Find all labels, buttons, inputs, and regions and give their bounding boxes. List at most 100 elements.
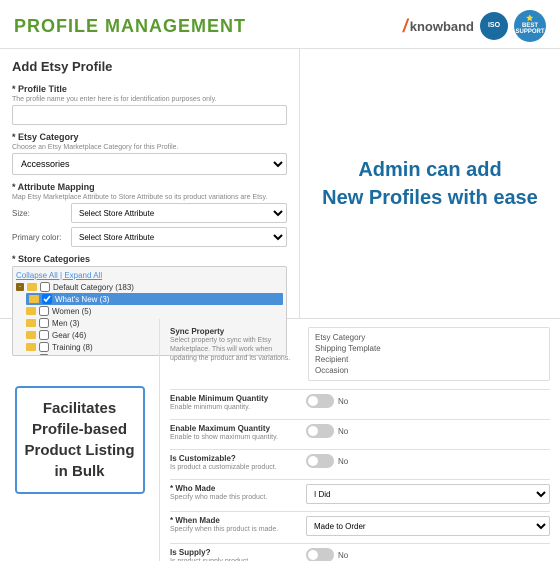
min-qty-no: No <box>338 397 348 406</box>
customizable-hint: Is product a customizable product. <box>170 463 300 472</box>
callout-top-text: Admin can addNew Profiles with ease <box>322 156 538 212</box>
collapse-expand-link[interactable]: Collapse All | Expand All <box>16 271 102 280</box>
profile-title-input[interactable] <box>12 105 287 125</box>
expand-icon: - <box>16 283 24 291</box>
is-supply-label-col: Is Supply? Is product supply product. <box>170 548 300 561</box>
max-qty-row: Enable Maximum Quantity Enable to show m… <box>170 424 550 442</box>
when-made-select[interactable]: Made to Order <box>306 516 550 536</box>
attribute-mapping-hint: Map Etsy Marketplace Attribute to Store … <box>12 194 287 201</box>
add-etsy-profile-panel: Add Etsy Profile * Profile Title The pro… <box>0 49 300 318</box>
is-supply-toggle[interactable] <box>306 548 334 561</box>
size-select[interactable]: Select Store Attribute <box>71 203 287 223</box>
folder-icon <box>27 283 37 291</box>
max-qty-no: No <box>338 427 348 436</box>
customizable-label: Is Customizable? <box>170 454 300 463</box>
is-supply-control: No <box>306 548 550 561</box>
max-qty-label: Enable Maximum Quantity <box>170 424 300 433</box>
sync-property-box: Etsy Category Shipping Template Recipien… <box>308 327 550 381</box>
customizable-no: No <box>338 457 348 466</box>
when-made-label-col: * When Made Specify when this product is… <box>170 516 300 534</box>
page-title: PROFILE MANAGEMENT <box>14 16 246 37</box>
max-qty-hint: Enable to show maximum quantity. <box>170 433 300 442</box>
cat-checkbox-default[interactable] <box>40 282 50 292</box>
sync-property-label: Sync Property <box>170 327 300 336</box>
cat-label-new: What's New (3) <box>55 295 109 304</box>
primary-color-row: Primary color: Select Store Attribute <box>12 227 287 247</box>
divider-1 <box>170 389 550 390</box>
cat-controls[interactable]: Collapse All | Expand All <box>16 270 283 281</box>
etsy-category-group: * Etsy Category Choose an Etsy Marketpla… <box>12 132 287 175</box>
callout-bottom: FacilitatesProfile-basedProduct Listingi… <box>0 319 160 561</box>
main-content: Add Etsy Profile * Profile Title The pro… <box>0 49 560 561</box>
customizable-row: Is Customizable? Is product a customizab… <box>170 454 550 472</box>
customizable-control: No <box>306 454 550 468</box>
attribute-mapping-label: * Attribute Mapping <box>12 182 287 192</box>
folder-icon-women <box>26 307 36 315</box>
who-made-hint: Specify who made this product. <box>170 493 300 502</box>
sync-item-category: Etsy Category <box>315 332 543 343</box>
divider-5 <box>170 511 550 512</box>
knowband-logo: / knowband <box>403 16 474 37</box>
form-title: Add Etsy Profile <box>12 59 287 74</box>
profile-title-hint: The profile name you enter here is for i… <box>12 96 287 103</box>
customizable-toggle[interactable] <box>306 454 334 468</box>
cat-label-women: Women (5) <box>52 307 91 316</box>
min-qty-toggle[interactable] <box>306 394 334 408</box>
max-qty-control: No <box>306 424 550 438</box>
cat-checkbox-new[interactable] <box>42 294 52 304</box>
sync-item-shipping: Shipping Template <box>315 343 543 354</box>
max-qty-toggle[interactable] <box>306 424 334 438</box>
k-slash-icon: / <box>403 16 408 37</box>
who-made-label-col: * Who Made Specify who made this product… <box>170 484 300 502</box>
when-made-label: * When Made <box>170 516 300 525</box>
when-made-control: Made to Order <box>306 516 550 536</box>
divider-4 <box>170 479 550 480</box>
cat-label-default: Default Category (183) <box>53 283 134 292</box>
sync-item-recipient: Recipient <box>315 354 543 365</box>
who-made-label: * Who Made <box>170 484 300 493</box>
who-made-select[interactable]: I Did <box>306 484 550 504</box>
is-supply-hint: Is product supply product. <box>170 557 300 561</box>
iso-text: ISO <box>488 22 500 30</box>
iso-badge: ISO <box>480 12 508 40</box>
profile-title-group: * Profile Title The profile name you ent… <box>12 84 287 125</box>
bottom-section: FacilitatesProfile-basedProduct Listingi… <box>0 319 560 561</box>
cat-item-whatsnew[interactable]: What's New (3) <box>26 293 283 305</box>
min-qty-label-col: Enable Minimum Quantity Enable minimum q… <box>170 394 300 412</box>
cat-item-default[interactable]: - Default Category (183) <box>16 281 283 293</box>
when-made-hint: Specify when this product is made. <box>170 525 300 534</box>
sync-property-hint: Select property to sync with Etsy Market… <box>170 336 300 363</box>
is-supply-no: No <box>338 551 348 560</box>
divider-6 <box>170 543 550 544</box>
size-row: Size: Select Store Attribute <box>12 203 287 223</box>
cat-item-women[interactable]: Women (5) <box>26 305 283 317</box>
who-made-control: I Did <box>306 484 550 504</box>
is-supply-label: Is Supply? <box>170 548 300 557</box>
min-qty-control: No <box>306 394 550 408</box>
when-made-row: * When Made Specify when this product is… <box>170 516 550 536</box>
sync-label-col: Sync Property Select property to sync wi… <box>170 327 300 381</box>
callout-top: Admin can addNew Profiles with ease <box>300 49 560 318</box>
customizable-label-col: Is Customizable? Is product a customizab… <box>170 454 300 472</box>
folder-icon-new <box>29 295 39 303</box>
primary-color-select[interactable]: Select Store Attribute <box>71 227 287 247</box>
etsy-category-hint: Choose an Etsy Marketplace Category for … <box>12 144 287 151</box>
support-text: ⭐BEST SUPPORT <box>514 16 546 36</box>
knowband-text: knowband <box>410 19 474 34</box>
etsy-category-select[interactable]: Accessories <box>12 153 287 175</box>
size-label: Size: <box>12 209 67 218</box>
sync-property-section: Sync Property Select property to sync wi… <box>170 327 550 381</box>
min-qty-hint: Enable minimum quantity. <box>170 403 300 412</box>
divider-3 <box>170 449 550 450</box>
top-section: Add Etsy Profile * Profile Title The pro… <box>0 49 560 319</box>
cat-checkbox-women[interactable] <box>39 306 49 316</box>
is-supply-row: Is Supply? Is product supply product. No <box>170 548 550 561</box>
header-logos: / knowband ISO ⭐BEST SUPPORT <box>403 10 546 42</box>
primary-color-label: Primary color: <box>12 233 67 242</box>
max-qty-label-col: Enable Maximum Quantity Enable to show m… <box>170 424 300 442</box>
etsy-category-label: * Etsy Category <box>12 132 287 142</box>
profile-title-label: * Profile Title <box>12 84 287 94</box>
who-made-row: * Who Made Specify who made this product… <box>170 484 550 504</box>
sync-item-occasion: Occasion <box>315 365 543 376</box>
page-header: PROFILE MANAGEMENT / knowband ISO ⭐BEST … <box>0 0 560 49</box>
